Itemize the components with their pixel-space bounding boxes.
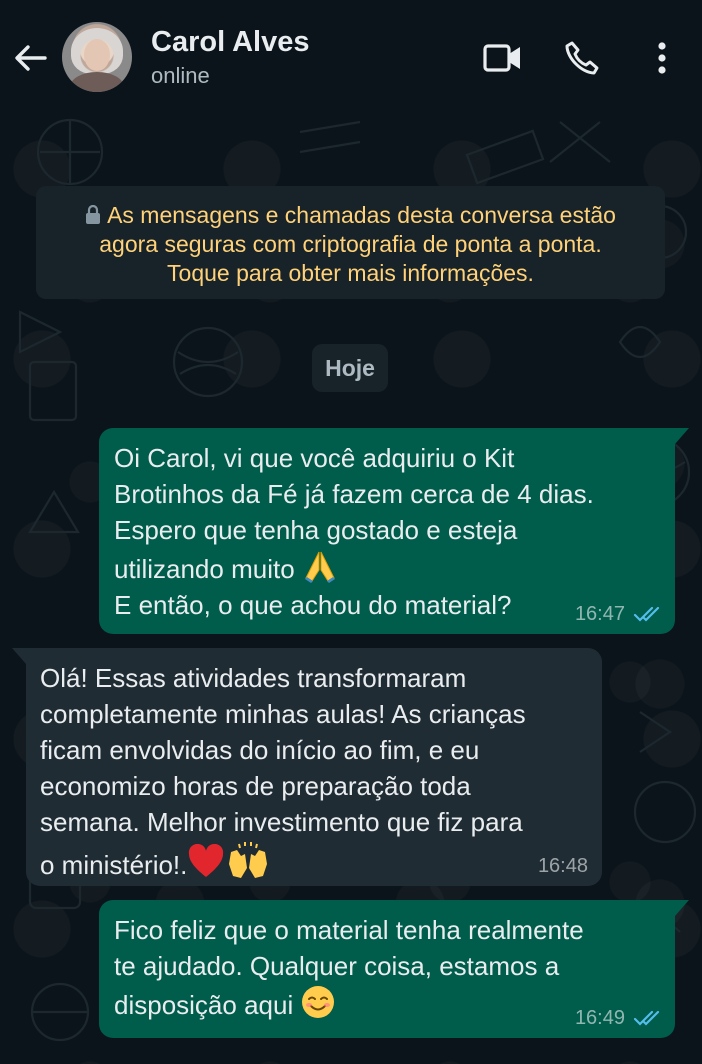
- contact-name[interactable]: Carol Alves: [151, 26, 310, 59]
- chat-header: Carol Alves online: [0, 0, 702, 112]
- message-line: Espero que tenha gostado e esteja: [114, 515, 518, 545]
- message-text: disposição aqui: [114, 990, 294, 1020]
- message-line: Oi Carol, vi que você adquiriu o Kit: [114, 443, 515, 473]
- message-meta: 16:48: [538, 854, 588, 878]
- back-button[interactable]: [10, 38, 50, 78]
- lock-icon: [86, 205, 101, 224]
- notice-line-3: Toque para obter mais informações.: [167, 260, 534, 286]
- notice-line-2: agora seguras com criptografia de ponta …: [99, 231, 602, 257]
- more-vert-icon: [658, 42, 666, 74]
- notice-line-1: As mensagens e chamadas desta conversa e…: [36, 201, 665, 230]
- phone-icon: [565, 41, 599, 75]
- message-meta: 16:49: [575, 1006, 661, 1030]
- message-time: 16:47: [574, 603, 625, 625]
- message-bubble-outgoing[interactable]: Oi Carol, vi que você adquiriu o Kit Bro…: [99, 428, 689, 634]
- notice-text-1: As mensagens e chamadas desta conversa e…: [107, 202, 616, 228]
- back-arrow-icon: [15, 45, 47, 71]
- avatar-face: [84, 39, 110, 71]
- read-ticks-icon: [633, 606, 660, 622]
- message-time: 16:49: [574, 1007, 625, 1029]
- red-heart-emoji-icon: [189, 844, 224, 877]
- video-call-button[interactable]: [481, 36, 525, 80]
- message-line: semana. Melhor investimento que fiz para: [40, 807, 523, 837]
- message-text: utilizando muito: [114, 554, 295, 584]
- message-bubble-incoming[interactable]: Olá! Essas atividades transformaram comp…: [12, 648, 602, 886]
- more-options-button[interactable]: [640, 36, 684, 80]
- folded-hands-emoji-icon: [304, 551, 335, 583]
- contact-status: online: [151, 63, 210, 88]
- message-time: 16:48: [537, 855, 588, 877]
- message-line: ficam envolvidas do início ao fim, e eu: [40, 735, 480, 765]
- message-line-with-emoji: utilizando muito: [114, 548, 675, 587]
- message-line: completamente minhas aulas! As crianças: [40, 699, 526, 729]
- message-bubble-outgoing[interactable]: Fico feliz que o material tenha realment…: [99, 900, 689, 1038]
- contact-avatar[interactable]: [62, 22, 132, 92]
- message-line: Brotinhos da Fé já fazem cerca de 4 dias…: [114, 479, 594, 509]
- encryption-notice[interactable]: As mensagens e chamadas desta conversa e…: [36, 186, 665, 299]
- bubble-tail: [675, 428, 689, 444]
- message-line-with-emoji: o ministério!.: [40, 840, 602, 883]
- video-call-icon: [483, 44, 520, 72]
- message-line: te ajudado. Qualquer coisa, estamos a: [114, 951, 560, 981]
- smiling-face-emoji-icon: [302, 986, 335, 1018]
- voice-call-button[interactable]: [560, 36, 604, 80]
- message-text: o ministério!.: [40, 850, 188, 880]
- bubble-tail: [675, 900, 689, 916]
- avatar-body: [70, 72, 124, 92]
- read-ticks-icon: [633, 1010, 660, 1026]
- message-meta: 16:47: [575, 602, 661, 626]
- message-line: Fico feliz que o material tenha realment…: [114, 915, 584, 945]
- message-line: Olá! Essas atividades transformaram: [40, 663, 467, 693]
- bubble-tail: [12, 648, 26, 664]
- date-separator: Hoje: [312, 344, 388, 392]
- message-line: economizo horas de preparação toda: [40, 771, 471, 801]
- raising-hands-emoji-icon: [229, 842, 268, 878]
